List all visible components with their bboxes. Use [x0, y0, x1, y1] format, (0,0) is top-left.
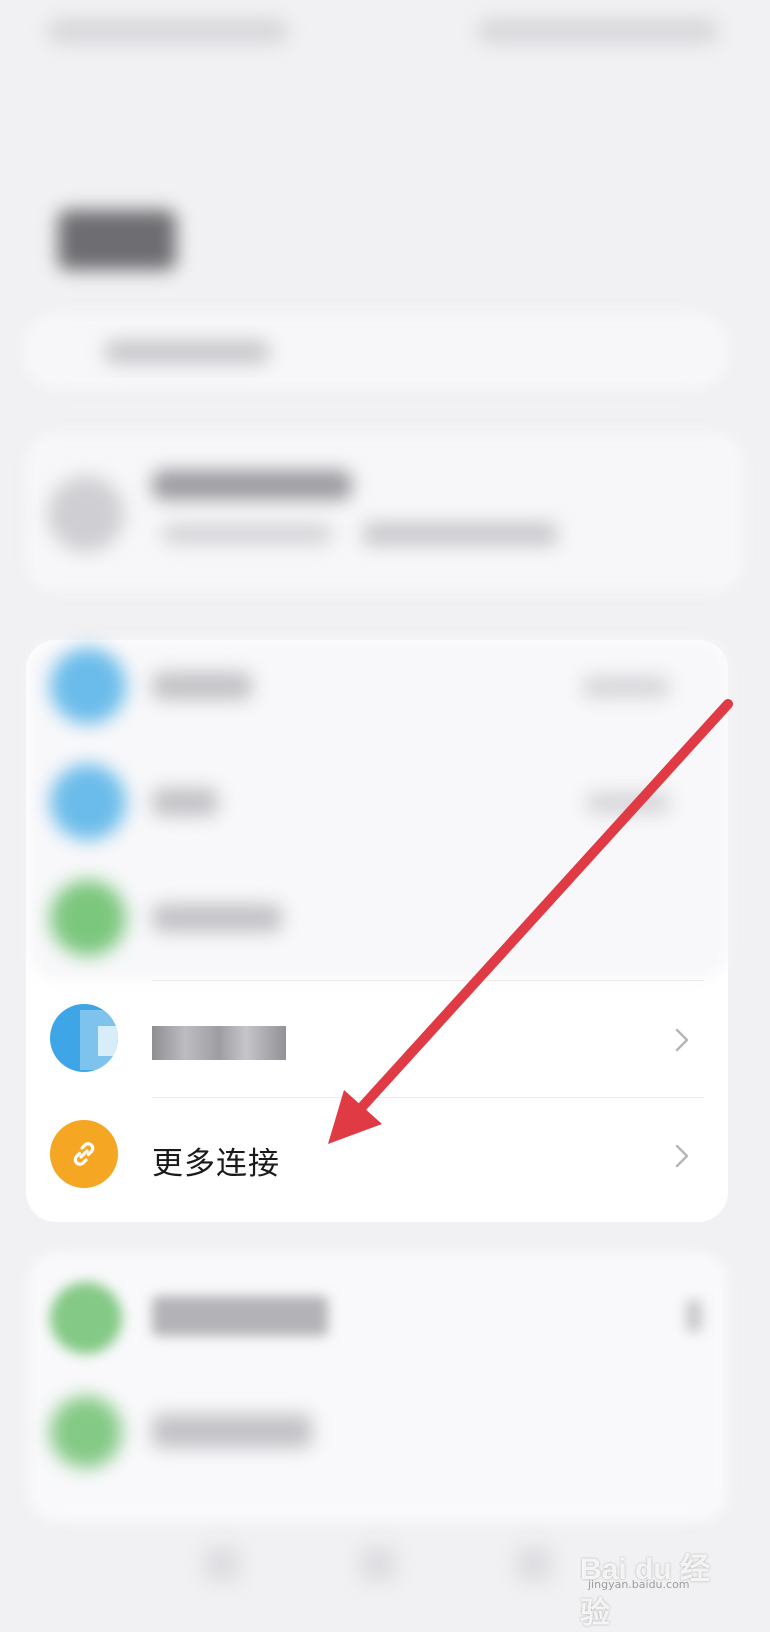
status-bar-left	[48, 18, 288, 44]
account-subtitle-2	[362, 522, 558, 546]
more-connections-label: 更多连接	[152, 1146, 280, 1182]
nav-home-icon[interactable]	[360, 1546, 396, 1582]
link-icon	[50, 1120, 118, 1188]
chevron-right-icon	[675, 1144, 689, 1168]
more-connections-row[interactable]: 更多连接	[26, 1100, 728, 1216]
gallery-label[interactable]	[152, 1296, 328, 1336]
mosaic-icon	[50, 1004, 118, 1072]
obscured-settings-row[interactable]	[26, 984, 728, 1100]
nav-back-icon[interactable]	[204, 1546, 240, 1582]
bluetooth-label[interactable]	[152, 788, 218, 816]
account-name	[152, 470, 352, 500]
watermark-domain: jingyan.baidu.com	[588, 1578, 690, 1591]
apps-label[interactable]	[152, 1414, 312, 1448]
lower-settings-card	[28, 1252, 728, 1522]
wlan-value	[582, 676, 670, 698]
baidu-watermark: Bai du 经验 jingyan.baidu.com	[574, 1538, 734, 1630]
nav-recents-icon[interactable]	[516, 1546, 552, 1582]
status-bar-right	[478, 18, 718, 44]
mobile-network-label[interactable]	[152, 904, 282, 932]
chevron-right-icon	[675, 1028, 689, 1052]
row-divider	[152, 1097, 704, 1098]
row-divider	[152, 980, 704, 981]
account-subtitle	[162, 524, 332, 544]
avatar	[48, 476, 124, 552]
apps-icon	[50, 1396, 122, 1468]
wlan-icon	[50, 648, 126, 724]
bluetooth-value	[586, 792, 670, 814]
wlan-label[interactable]	[152, 672, 252, 700]
settings-screen: 更多连接 Bai du 经验 jingyan.baidu.com	[0, 0, 770, 1630]
gallery-icon	[50, 1282, 122, 1354]
obscured-label	[152, 1026, 286, 1060]
bluetooth-icon	[50, 764, 126, 840]
mobile-network-icon	[50, 880, 126, 956]
chevron-right-icon	[686, 1300, 702, 1332]
search-placeholder	[104, 340, 270, 364]
page-title	[58, 210, 176, 270]
account-card[interactable]	[26, 432, 744, 592]
